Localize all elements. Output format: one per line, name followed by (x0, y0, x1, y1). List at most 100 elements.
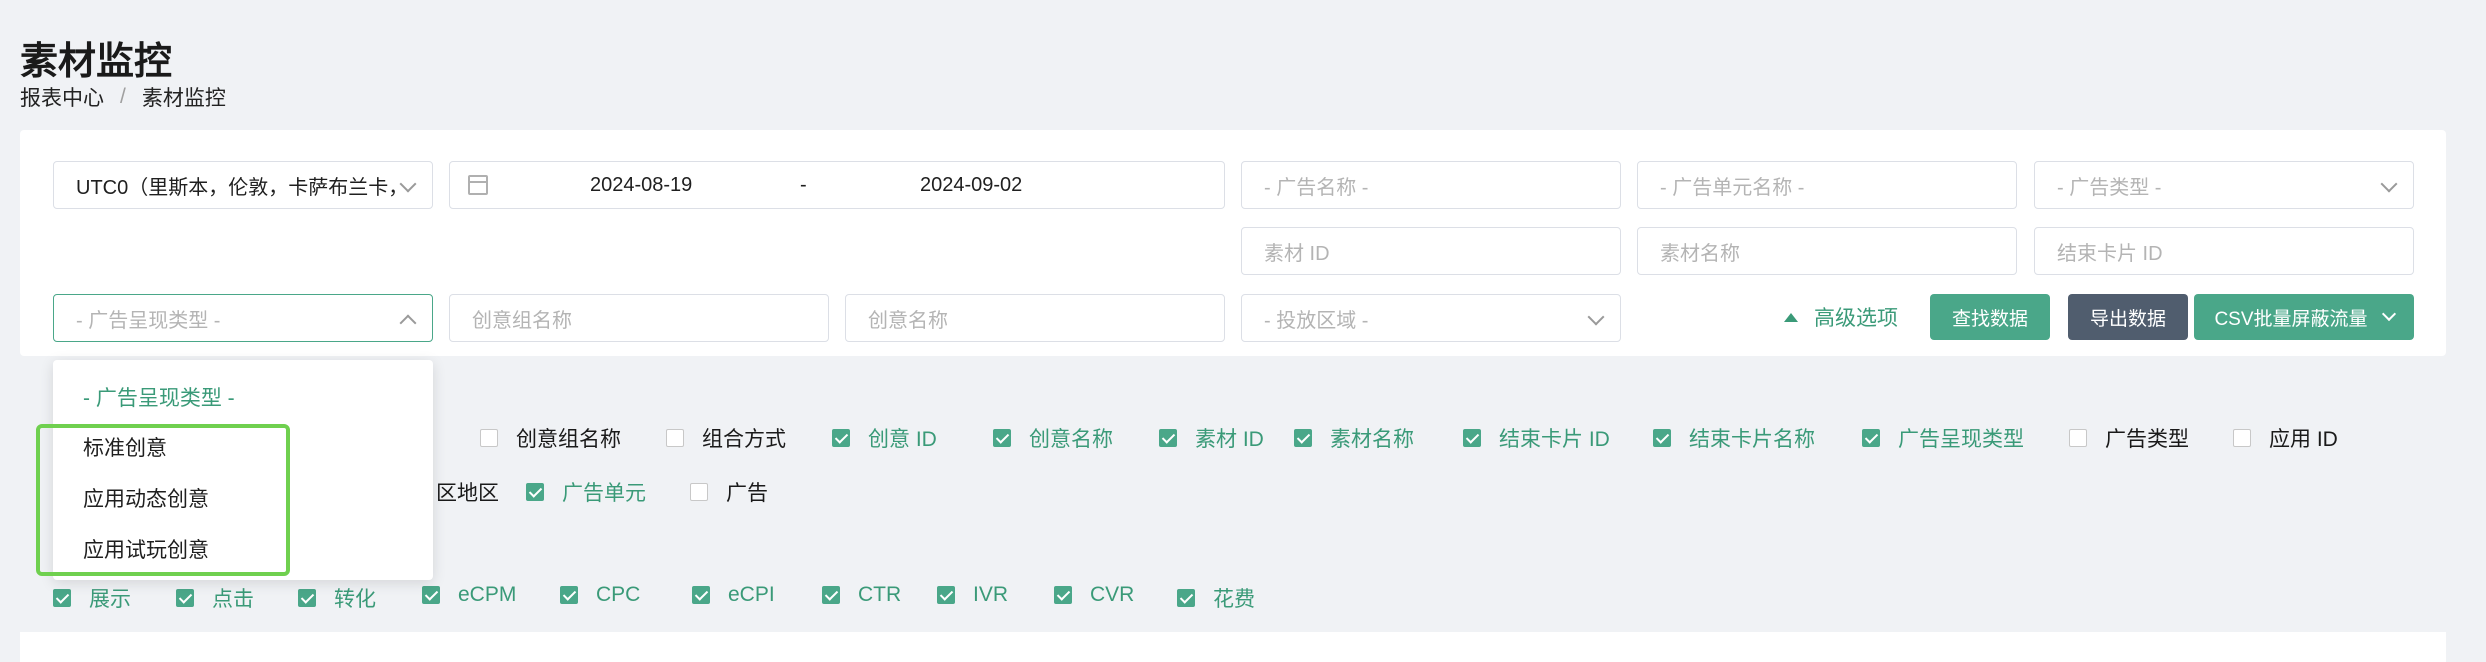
material-id-placeholder: 素材 ID (1264, 242, 1330, 265)
creative-group-input[interactable]: 创意组名称 (449, 294, 829, 342)
date-start[interactable]: 2024-08-19 (590, 174, 692, 197)
checkbox-checked[interactable] (1862, 429, 1880, 447)
checkbox-item[interactable]: IVR (937, 583, 1008, 607)
checkbox-checked[interactable] (1177, 589, 1195, 607)
checkbox-item[interactable]: CPC (560, 583, 640, 607)
checkbox-item[interactable]: 素材名称 (1294, 423, 1414, 453)
material-id-input[interactable]: 素材 ID (1241, 227, 1621, 275)
checkbox-label: eCPI (728, 583, 775, 606)
ad-type-select[interactable]: - 广告类型 - (2034, 161, 2414, 209)
breadcrumb: 报表中心 / 素材监控 (20, 82, 226, 112)
export-button[interactable]: 导出数据 (2068, 294, 2188, 340)
query-button[interactable]: 查找数据 (1930, 294, 2050, 340)
chevron-down-icon (2381, 306, 2396, 322)
checkbox-item[interactable]: 广告单元 (526, 477, 646, 507)
csv-block-label: CSV批量屏蔽流量 (2214, 308, 2368, 330)
breadcrumb-item-current: 素材监控 (141, 87, 226, 110)
material-name-placeholder: 素材名称 (1660, 242, 1740, 265)
checkbox-unchecked[interactable] (2233, 429, 2251, 447)
checkbox-label: 转化 (334, 588, 376, 611)
checkbox-checked[interactable] (560, 586, 578, 604)
checkbox-item[interactable]: 创意名称 (993, 423, 1113, 453)
checkbox-checked[interactable] (822, 586, 840, 604)
chevron-down-icon (2380, 175, 2398, 193)
checkbox-item[interactable]: 创意组名称 (480, 423, 621, 453)
date-range-picker[interactable]: 2024-08-19 - 2024-09-02 (449, 161, 1225, 209)
checkbox-item[interactable]: CTR (822, 583, 901, 607)
ad-display-type-placeholder: - 广告呈现类型 - (76, 309, 221, 332)
checkbox-label: 创意组名称 (516, 428, 621, 451)
checkbox-item[interactable]: CVR (1054, 583, 1134, 607)
checkbox-item[interactable]: 广告呈现类型 (1862, 423, 2024, 453)
material-name-input[interactable]: 素材名称 (1637, 227, 2017, 275)
advanced-options-toggle[interactable]: 高级选项 (1784, 302, 1898, 332)
region-select[interactable]: - 投放区域 - (1241, 294, 1621, 342)
checkbox-item[interactable]: 组合方式 (666, 423, 786, 453)
breadcrumb-item-report-center[interactable]: 报表中心 (20, 82, 104, 112)
checkbox-label: 广告 (726, 482, 768, 505)
checkbox-unchecked[interactable] (690, 483, 708, 501)
checkbox-unchecked[interactable] (2069, 429, 2087, 447)
ad-display-type-select[interactable]: - 广告呈现类型 - (53, 294, 433, 342)
csv-block-traffic-button[interactable]: CSV批量屏蔽流量 (2194, 294, 2414, 340)
date-separator: - (800, 174, 807, 196)
checkbox-checked[interactable] (993, 429, 1011, 447)
checkbox-label: 花费 (1213, 588, 1255, 611)
end-card-id-input[interactable]: 结束卡片 ID (2034, 227, 2414, 275)
checkbox-label: CTR (858, 583, 902, 606)
checkbox-checked[interactable] (1159, 429, 1177, 447)
checkbox-label: 创意名称 (1029, 428, 1113, 451)
checkbox-checked[interactable] (422, 586, 440, 604)
data-table-area (20, 632, 2446, 662)
checkbox-checked[interactable] (692, 586, 710, 604)
checkbox-item[interactable]: eCPI (692, 583, 775, 607)
checkbox-checked[interactable] (937, 586, 955, 604)
checkbox-checked[interactable] (526, 483, 544, 501)
checkbox-item[interactable]: 素材 ID (1159, 423, 1264, 453)
checkbox-label: 创意 ID (868, 428, 937, 451)
checkbox-label: 应用 ID (2269, 428, 2338, 451)
checkbox-label: 结束卡片名称 (1689, 428, 1815, 451)
checkbox-label: 素材 ID (1195, 428, 1264, 451)
checkbox-item[interactable]: 点击 (176, 583, 254, 613)
checkbox-checked[interactable] (832, 429, 850, 447)
ad-name-input[interactable]: - 广告名称 - (1241, 161, 1621, 209)
checkbox-unchecked[interactable] (480, 429, 498, 447)
checkbox-item[interactable]: 转化 (298, 583, 376, 613)
page-title: 素材监控 (20, 41, 173, 83)
dropdown-option-placeholder[interactable]: - 广告呈现类型 - (83, 382, 235, 412)
checkbox-item[interactable]: 结束卡片 ID (1463, 423, 1610, 453)
checkbox-item[interactable]: 创意 ID (832, 423, 937, 453)
breadcrumb-separator: / (120, 85, 126, 108)
checkbox-checked[interactable] (1653, 429, 1671, 447)
checkbox-checked[interactable] (1294, 429, 1312, 447)
checkbox-label: 点击 (212, 588, 254, 611)
creative-name-placeholder: 创意名称 (868, 309, 948, 332)
checkbox-label: 广告单元 (562, 482, 646, 505)
checkbox-item[interactable]: 广告类型 (2069, 423, 2189, 453)
checkbox-label: 广告类型 (2105, 428, 2189, 451)
checkbox-item[interactable]: 展示 (53, 583, 131, 613)
checkbox-checked[interactable] (1463, 429, 1481, 447)
date-end[interactable]: 2024-09-02 (920, 174, 1022, 197)
checkbox-item[interactable]: eCPM (422, 583, 516, 607)
checkbox-unchecked[interactable] (666, 429, 684, 447)
checkbox-item[interactable]: 花费 (1177, 583, 1255, 613)
checkbox-checked[interactable] (1054, 586, 1072, 604)
checkbox-item[interactable]: 广告 (690, 477, 768, 507)
checkbox-label: 组合方式 (702, 428, 786, 451)
checkbox-item[interactable]: 应用 ID (2233, 423, 2338, 453)
checkbox-checked[interactable] (176, 589, 194, 607)
checkbox-checked[interactable] (298, 589, 316, 607)
creative-name-input[interactable]: 创意名称 (845, 294, 1225, 342)
caret-up-icon (1784, 312, 1798, 322)
ad-unit-name-input[interactable]: - 广告单元名称 - (1637, 161, 2017, 209)
ad-name-placeholder: - 广告名称 - (1264, 176, 1369, 199)
checkbox-label: CVR (1090, 583, 1135, 606)
checkbox-item[interactable]: 结束卡片名称 (1653, 423, 1815, 453)
checkbox-label: eCPM (458, 583, 517, 606)
highlight-annotation (36, 424, 290, 576)
end-card-id-placeholder: 结束卡片 ID (2057, 242, 2163, 265)
checkbox-checked[interactable] (53, 589, 71, 607)
timezone-select[interactable]: UTC0（里斯本，伦敦，卡萨布兰卡， (53, 161, 433, 209)
